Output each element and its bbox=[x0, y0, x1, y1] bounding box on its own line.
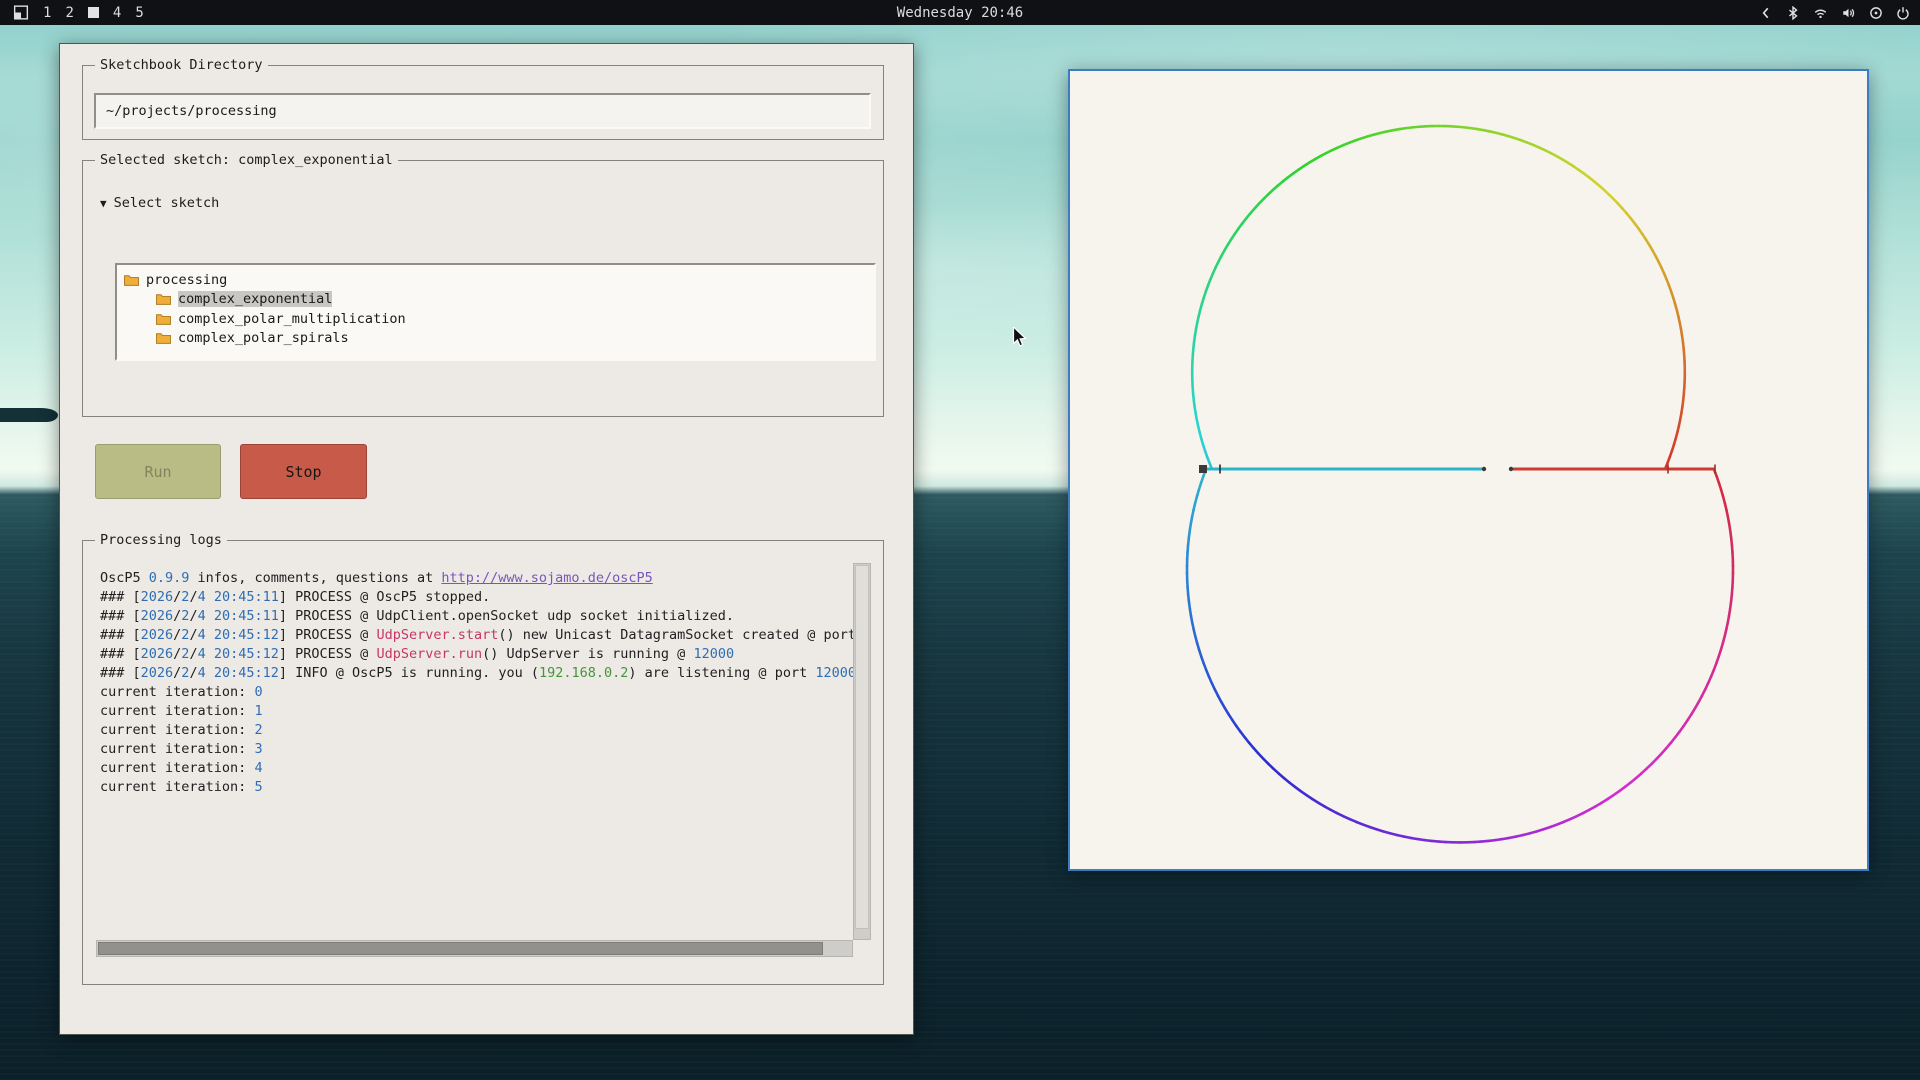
display-icon[interactable] bbox=[1869, 6, 1883, 20]
workspace-active-indicator[interactable] bbox=[88, 7, 99, 18]
tree-item-complex_exponential[interactable]: complex_exponential bbox=[117, 290, 874, 310]
island-silhouette bbox=[0, 408, 58, 422]
workspace-2[interactable]: 2 bbox=[65, 5, 73, 21]
chevron-left-icon[interactable] bbox=[1759, 6, 1773, 20]
select-sketch-expander-label: Select sketch bbox=[114, 195, 220, 211]
selected-sketch-label: Selected sketch: complex_exponential bbox=[95, 152, 398, 168]
wifi-icon[interactable] bbox=[1813, 6, 1828, 20]
vertical-scrollbar[interactable] bbox=[853, 563, 871, 940]
complex-exponential-plot bbox=[1070, 71, 1867, 869]
vertical-scrollbar-thumb[interactable] bbox=[855, 565, 869, 929]
folder-icon bbox=[156, 332, 171, 344]
sketchbook-directory-input[interactable] bbox=[94, 93, 871, 129]
log-link[interactable]: http://www.sojamo.de/oscP5 bbox=[441, 570, 652, 586]
sketch-tree: processing complex_exponential complex_pol… bbox=[115, 263, 876, 361]
processing-sketch-window[interactable] bbox=[1068, 69, 1869, 871]
layout-icon[interactable] bbox=[13, 5, 29, 20]
volume-icon[interactable] bbox=[1841, 6, 1856, 20]
processing-logs-group: Processing logs OscP5 0.9.9 infos, comme… bbox=[82, 540, 884, 985]
workspace-4[interactable]: 4 bbox=[113, 5, 121, 21]
system-tray bbox=[1759, 0, 1910, 25]
tree-item-label: complex_polar_spirals bbox=[178, 330, 349, 346]
log-line: OscP5 0.9.9 infos, comments, questions a… bbox=[100, 569, 853, 588]
control-panel-window[interactable]: Sketchbook Directory Selected sketch: co… bbox=[59, 43, 914, 1035]
sketchbook-directory-label: Sketchbook Directory bbox=[95, 57, 268, 73]
stop-button[interactable]: Stop bbox=[240, 444, 367, 499]
workspace-5[interactable]: 5 bbox=[135, 5, 143, 21]
log-line: ### [2026/2/4 20:45:12] PROCESS @ UdpSer… bbox=[100, 645, 853, 664]
tree-item-complex_polar_spirals[interactable]: complex_polar_spirals bbox=[117, 329, 874, 349]
log-line: current iteration: 2 bbox=[100, 721, 853, 740]
selected-sketch-group: Selected sketch: complex_exponential ▼ S… bbox=[82, 160, 884, 417]
horizontal-scrollbar-thumb[interactable] bbox=[98, 942, 823, 955]
chevron-down-icon: ▼ bbox=[100, 197, 107, 210]
tree-item-complex_polar_multiplication[interactable]: complex_polar_multiplication bbox=[117, 309, 874, 329]
log-line: ### [2026/2/4 20:45:11] PROCESS @ OscP5 … bbox=[100, 588, 853, 607]
log-line: current iteration: 1 bbox=[100, 702, 853, 721]
folder-icon bbox=[124, 274, 139, 286]
tree-item-label: processing bbox=[146, 272, 227, 288]
workspace-1[interactable]: 1 bbox=[43, 5, 51, 21]
tree-item-processing[interactable]: processing bbox=[117, 270, 874, 290]
log-line: ### [2026/2/4 20:45:12] INFO @ OscP5 is … bbox=[100, 664, 853, 683]
log-line: current iteration: 3 bbox=[100, 740, 853, 759]
log-panel: OscP5 0.9.9 infos, comments, questions a… bbox=[96, 563, 871, 957]
log-line: current iteration: 0 bbox=[100, 683, 853, 702]
log-line: current iteration: 5 bbox=[100, 778, 853, 797]
processing-logs-label: Processing logs bbox=[95, 532, 227, 548]
run-button[interactable]: Run bbox=[95, 444, 221, 499]
workspace-list: 12 45 bbox=[43, 5, 144, 21]
folder-icon bbox=[156, 293, 171, 305]
workspace-switcher: 12 45 bbox=[13, 0, 144, 25]
power-icon[interactable] bbox=[1896, 6, 1910, 20]
log-line: ### [2026/2/4 20:45:11] PROCESS @ UdpCli… bbox=[100, 607, 853, 626]
select-sketch-expander[interactable]: ▼ Select sketch bbox=[100, 195, 219, 211]
log-output: OscP5 0.9.9 infos, comments, questions a… bbox=[96, 563, 853, 940]
menubar: 12 45 Wednesday 20:46 bbox=[0, 0, 1920, 25]
tree-item-label: complex_exponential bbox=[178, 291, 332, 307]
bluetooth-icon[interactable] bbox=[1786, 6, 1800, 20]
tree-item-label: complex_polar_multiplication bbox=[178, 311, 406, 327]
sketchbook-directory-group: Sketchbook Directory bbox=[82, 65, 884, 140]
horizontal-scrollbar[interactable] bbox=[96, 940, 853, 957]
clock: Wednesday 20:46 bbox=[897, 5, 1023, 21]
folder-icon bbox=[156, 313, 171, 325]
log-line: current iteration: 4 bbox=[100, 759, 853, 778]
log-line: ### [2026/2/4 20:45:12] PROCESS @ UdpSer… bbox=[100, 626, 853, 645]
